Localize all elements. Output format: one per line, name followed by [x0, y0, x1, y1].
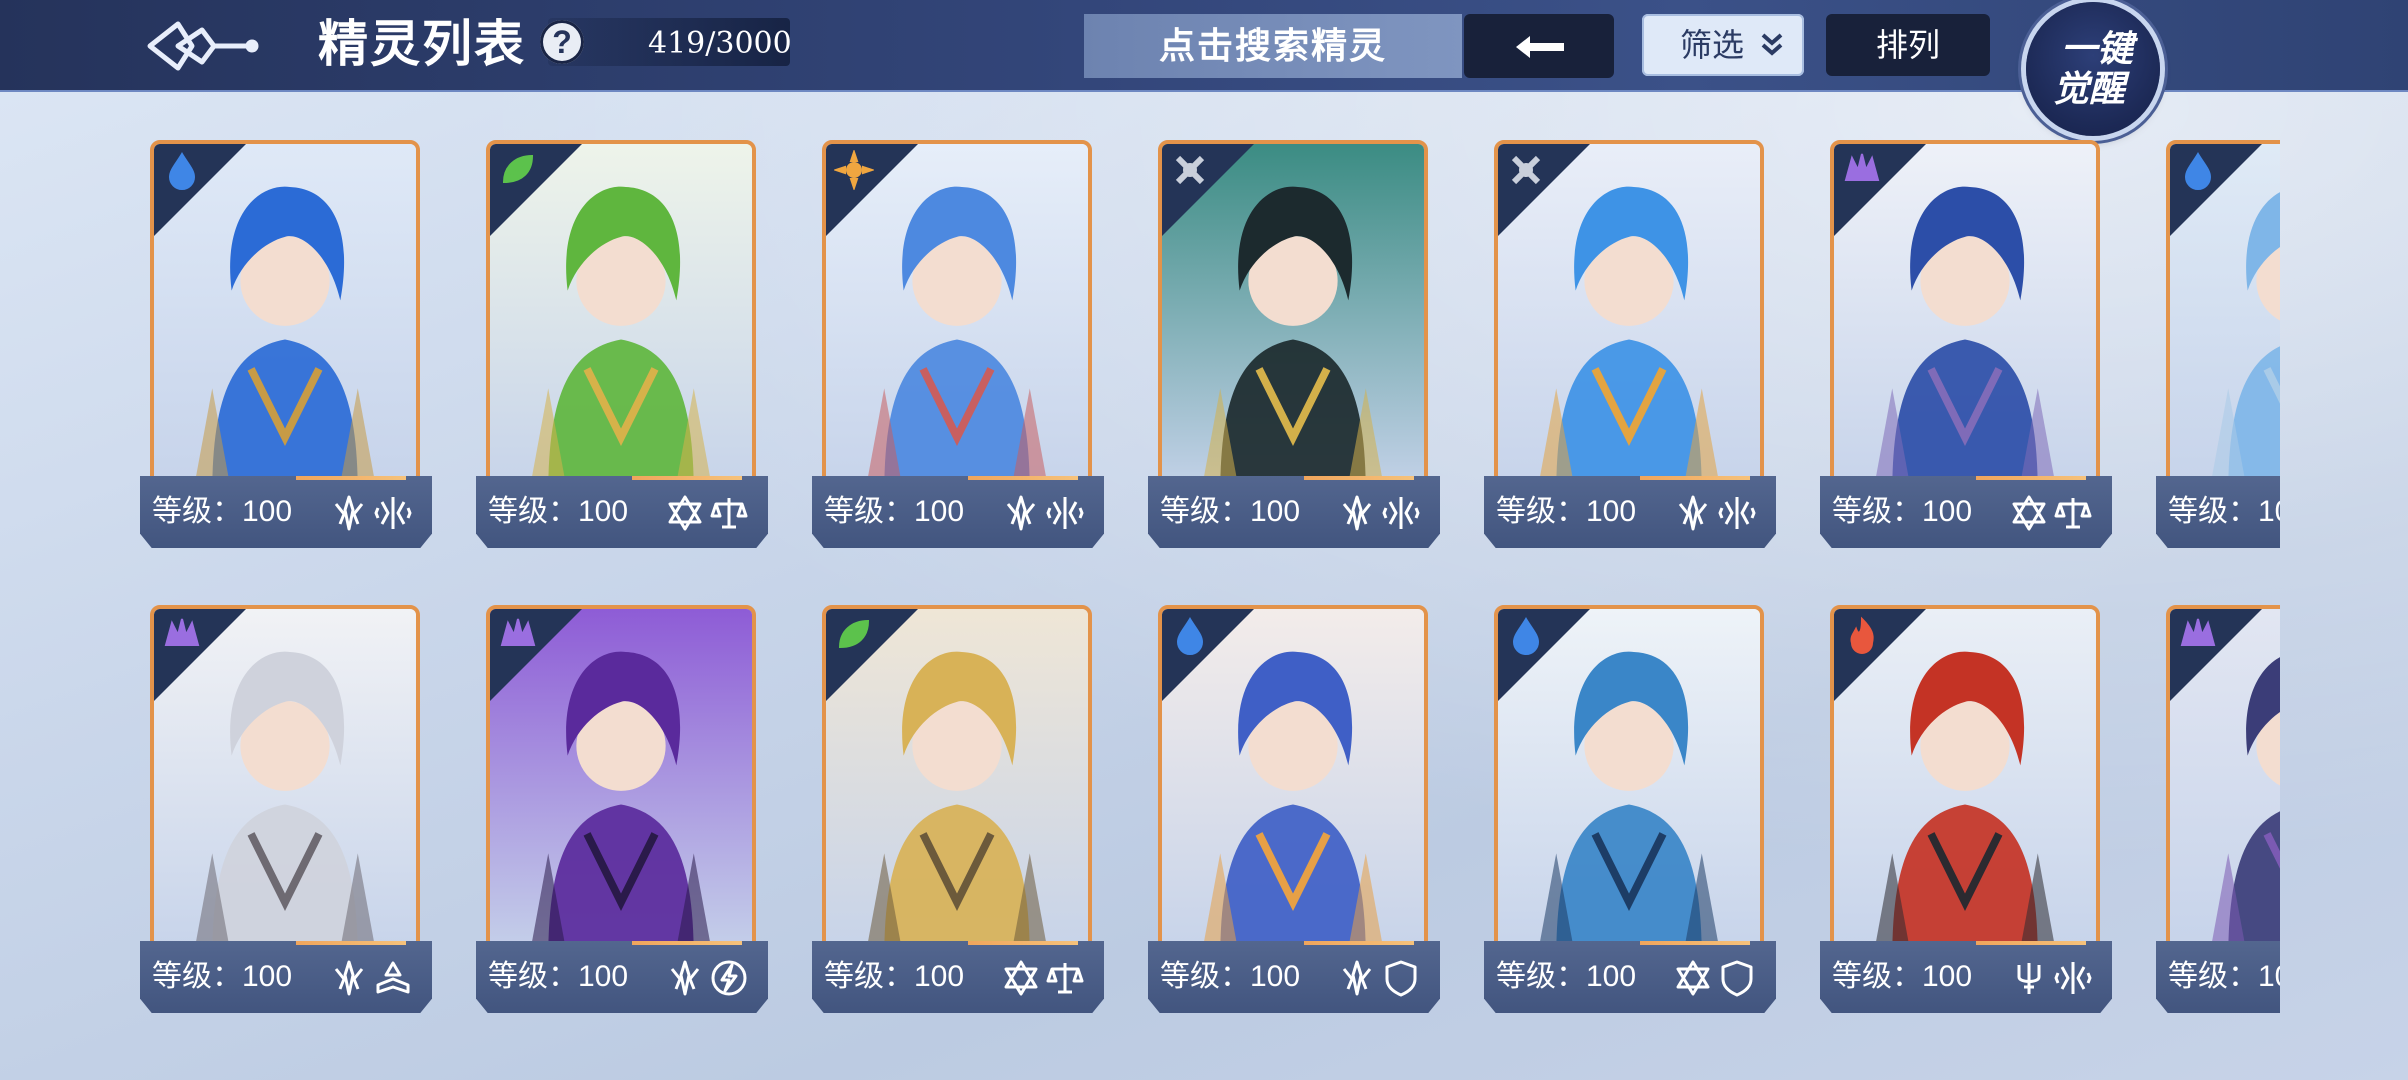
shield-icon	[1385, 960, 1417, 997]
scale-icon	[2054, 498, 2092, 529]
spirit-card-frame	[486, 605, 756, 963]
spirit-card-frame	[2166, 140, 2280, 498]
spirit-card-frame	[150, 140, 420, 498]
spirit-card[interactable]: 等级：100	[140, 140, 432, 558]
spirit-card-frame	[2166, 605, 2280, 963]
spirit-card[interactable]: 等级：100	[1148, 605, 1440, 1023]
book-icon	[376, 961, 410, 994]
attribute-c-icon	[2012, 495, 2046, 531]
spirit-card-frame	[1158, 140, 1428, 498]
spirit-card[interactable]: 等级：100	[812, 140, 1104, 558]
attribute-c-icon	[1676, 960, 1710, 996]
spirit-card[interactable]: 等级：100	[476, 605, 768, 1023]
psychic-icon	[2180, 618, 2216, 646]
spirit-card[interactable]: 等级：100	[1820, 605, 2112, 1023]
scale-icon	[710, 498, 748, 529]
spirit-card-frame	[1494, 605, 1764, 963]
attribute-a-icon	[1006, 495, 1036, 531]
attribute-a-icon	[1342, 495, 1372, 531]
attribute-c-icon	[668, 495, 702, 531]
spirit-card-frame	[486, 140, 756, 498]
psychic-icon	[500, 618, 536, 646]
spirit-level: 等级：100	[1832, 960, 1973, 993]
spirit-card-frame	[1494, 140, 1764, 498]
spirit-card-frame	[150, 605, 420, 963]
attribute-b-icon	[1046, 497, 1084, 529]
light-icon	[834, 150, 874, 190]
spirit-card[interactable]: 等级：100	[1820, 140, 2112, 558]
psychic-icon	[1844, 153, 1880, 181]
attribute-a-icon	[334, 495, 364, 531]
spirit-card[interactable]: 等级：100	[812, 605, 1104, 1023]
spirit-level: 等级：100	[824, 495, 965, 528]
psychic-icon	[164, 618, 200, 646]
fire-icon	[1850, 616, 1874, 654]
spirit-grid: 等级：100 等级：100 等级：100 等级：100 等级：100 等级：10…	[0, 0, 2280, 1080]
water-icon	[2184, 152, 2212, 190]
spirit-card[interactable]: 等级：100	[1484, 140, 1776, 558]
spirit-card-frame	[1830, 140, 2100, 498]
spirit-card-frame	[822, 605, 1092, 963]
shield-icon	[1721, 960, 1753, 997]
spirit-level: 等级：100	[1832, 495, 1973, 528]
spirit-level: 等级：100	[1496, 495, 1637, 528]
lightning-icon	[711, 960, 747, 996]
spirit-card[interactable]: 等级：100	[140, 605, 432, 1023]
spirit-level: 等级：100	[152, 960, 293, 993]
water-icon	[1512, 617, 1540, 655]
spirit-card[interactable]: 等级：100	[476, 140, 768, 558]
spirit-card[interactable]: 等级：100	[2156, 605, 2280, 1023]
spirit-level: 等级：100	[1160, 495, 1301, 528]
grass-icon	[838, 619, 870, 649]
spirit-level: 等级：100	[824, 960, 965, 993]
scale-icon	[1046, 963, 1084, 994]
spirit-level: 等级：100	[2168, 495, 2280, 528]
spirit-level: 等级：100	[2168, 960, 2280, 993]
mech-icon	[1175, 155, 1205, 185]
attribute-b-icon	[2054, 962, 2092, 994]
spirit-card-frame	[822, 140, 1092, 498]
spirit-level: 等级：100	[488, 960, 629, 993]
attribute-a-icon	[1342, 960, 1372, 996]
spirit-card[interactable]: 等级：100	[1148, 140, 1440, 558]
spirit-level: 等级：100	[152, 495, 293, 528]
trident-icon	[2017, 963, 2041, 994]
mech-icon	[1511, 155, 1541, 185]
spirit-card[interactable]: 等级：100	[1484, 605, 1776, 1023]
attribute-b-icon	[374, 497, 412, 529]
spirit-card[interactable]: 等级：100	[2156, 140, 2280, 558]
grass-icon	[502, 154, 534, 184]
spirit-level: 等级：100	[1496, 960, 1637, 993]
water-icon	[168, 152, 196, 190]
attribute-a-icon	[334, 960, 364, 996]
attribute-b-icon	[1382, 497, 1420, 529]
spirit-card-frame	[1158, 605, 1428, 963]
spirit-card-frame	[1830, 605, 2100, 963]
attribute-a-icon	[670, 960, 700, 996]
attribute-c-icon	[1004, 960, 1038, 996]
spirit-level: 等级：100	[1160, 960, 1301, 993]
attribute-a-icon	[1678, 495, 1708, 531]
water-icon	[1176, 617, 1204, 655]
spirit-level: 等级：100	[488, 495, 629, 528]
attribute-b-icon	[1718, 497, 1756, 529]
